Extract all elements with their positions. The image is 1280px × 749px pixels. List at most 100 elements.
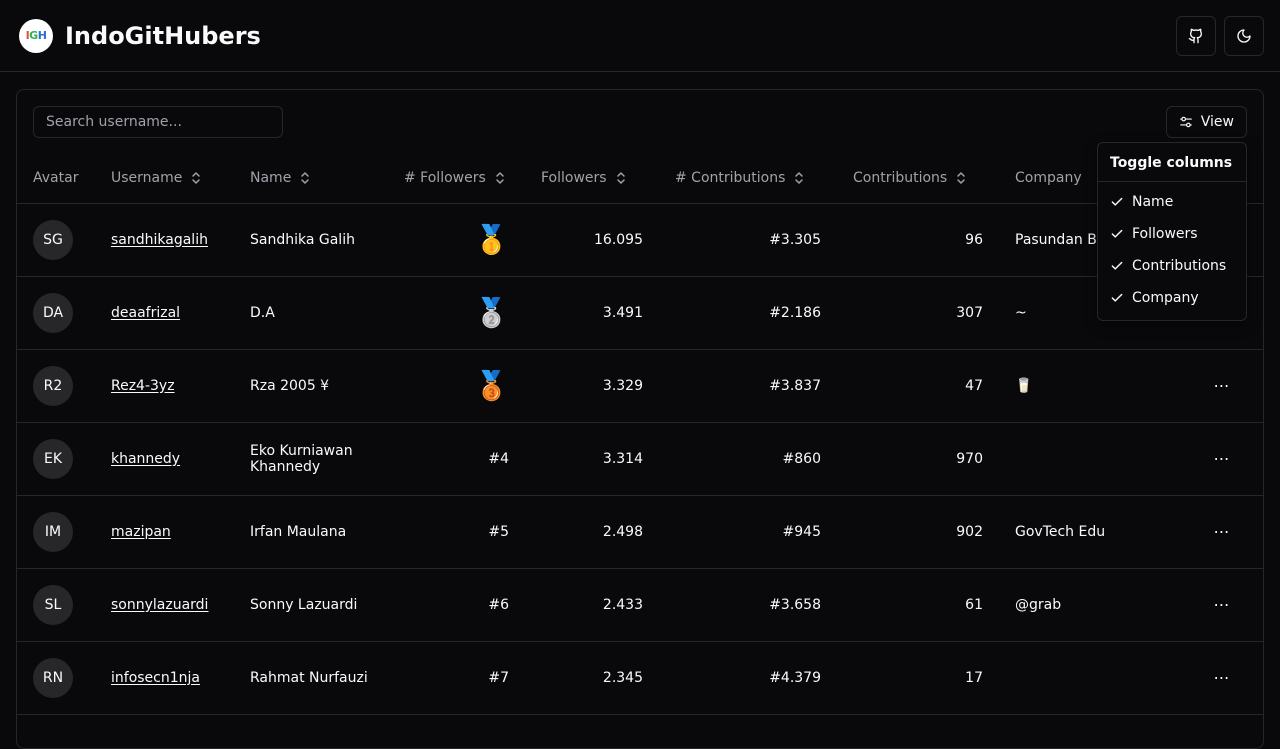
contributions-rank: #3.658	[769, 596, 821, 613]
contributions-count: 17	[965, 669, 983, 686]
toggle-column-followers[interactable]: Followers	[1098, 218, 1246, 250]
contributions-count: 61	[965, 596, 983, 613]
row-actions-button[interactable]: ⋯	[1214, 376, 1231, 395]
avatar: SL	[33, 584, 73, 625]
user-name: Eko Kurniawan Khannedy	[250, 442, 353, 475]
users-table: Avatar Username Name # Followers Followe…	[17, 154, 1263, 715]
sort-icon	[301, 172, 310, 184]
logo: IGH	[19, 18, 53, 53]
company: 🥛	[1015, 377, 1033, 394]
sliders-icon	[1179, 116, 1192, 128]
col-name[interactable]: Name	[234, 154, 388, 204]
check-icon	[1111, 197, 1123, 206]
brand[interactable]: IGH IndoGitHubers	[19, 18, 261, 53]
username-link[interactable]: Rez4-3yz	[111, 378, 175, 394]
username-link[interactable]: mazipan	[111, 524, 171, 540]
avatar: RN	[33, 657, 73, 698]
table-row: DA deaafrizal D.A 🥈 3.491 #2.186 307 ~ ⋯	[17, 276, 1263, 350]
user-name: Irfan Maulana	[250, 523, 347, 540]
table-header-row: Avatar Username Name # Followers Followe…	[17, 154, 1263, 204]
contributions-count: 47	[965, 377, 983, 394]
toggle-column-label: Company	[1132, 290, 1199, 306]
followers-count: 2.345	[602, 669, 643, 686]
moon-icon	[1237, 28, 1251, 43]
sort-icon	[192, 172, 201, 184]
table-row: SG sandhikagalih Sandhika Galih 🥇 16.095…	[17, 203, 1263, 277]
github-icon	[1188, 28, 1203, 43]
col-contributions[interactable]: Contributions	[837, 154, 999, 204]
toggle-column-label: Followers	[1132, 226, 1198, 242]
toggle-columns-title: Toggle columns	[1098, 143, 1246, 182]
avatar: IM	[33, 511, 73, 552]
followers-count: 3.491	[602, 304, 643, 321]
sort-icon	[795, 172, 804, 184]
user-name: Rahmat Nurfauzi	[250, 669, 368, 686]
avatar: R2	[33, 365, 73, 406]
username-link[interactable]: deaafrizal	[111, 305, 180, 321]
avatar: DA	[33, 292, 73, 333]
medal-icon: 🥉	[474, 368, 509, 402]
contributions-rank: #3.837	[769, 377, 821, 394]
username-link[interactable]: sonnylazuardi	[111, 597, 208, 613]
github-button[interactable]	[1176, 15, 1216, 56]
contributions-rank: #2.186	[769, 304, 821, 321]
avatar: EK	[33, 438, 73, 479]
contributions-rank: #4.379	[769, 669, 821, 686]
followers-rank: #7	[488, 669, 509, 686]
app-header: IGH IndoGitHubers	[0, 0, 1280, 72]
view-button-label: View	[1200, 114, 1234, 130]
sort-icon	[957, 172, 965, 184]
row-actions-button[interactable]: ⋯	[1214, 449, 1231, 468]
contributions-count: 970	[956, 450, 983, 467]
theme-toggle-button[interactable]	[1224, 15, 1264, 56]
followers-count: 3.329	[602, 377, 643, 394]
table-row: EK khannedy Eko Kurniawan Khannedy #4 3.…	[17, 422, 1263, 496]
contributions-count: 307	[956, 304, 983, 321]
user-name: Sonny Lazuardi	[250, 596, 358, 613]
followers-count: 16.095	[594, 231, 643, 248]
followers-rank: #5	[488, 523, 509, 540]
col-contributions-rank[interactable]: # Contributions	[659, 154, 837, 204]
company: ~	[1015, 304, 1027, 321]
check-icon	[1111, 229, 1123, 238]
toggle-column-contributions[interactable]: Contributions	[1098, 250, 1246, 282]
row-actions-button[interactable]: ⋯	[1214, 595, 1231, 614]
followers-count: 3.314	[602, 450, 643, 467]
col-username[interactable]: Username	[95, 154, 234, 204]
toggle-column-name[interactable]: Name	[1098, 186, 1246, 218]
check-icon	[1111, 293, 1123, 302]
company: @grab	[1015, 596, 1062, 613]
col-avatar: Avatar	[17, 154, 95, 204]
row-actions-button[interactable]: ⋯	[1214, 668, 1231, 687]
sort-icon	[496, 172, 504, 184]
contributions-rank: #945	[782, 523, 821, 540]
avatar: SG	[33, 219, 73, 260]
company: GovTech Edu	[1015, 523, 1106, 540]
contributions-rank: #860	[782, 450, 821, 467]
username-link[interactable]: khannedy	[111, 451, 180, 467]
app-title: IndoGitHubers	[65, 21, 261, 50]
followers-count: 2.498	[602, 523, 643, 540]
username-link[interactable]: sandhikagalih	[111, 232, 208, 248]
toggle-column-company[interactable]: Company	[1098, 282, 1246, 314]
followers-rank: #6	[488, 596, 509, 613]
username-link[interactable]: infosecn1nja	[111, 670, 200, 686]
row-actions-button[interactable]: ⋯	[1214, 522, 1231, 541]
medal-icon: 🥈	[474, 295, 509, 329]
followers-count: 2.433	[602, 596, 643, 613]
toggle-columns-menu: Toggle columns Name Followers Contribution…	[1097, 142, 1247, 321]
col-followers-rank[interactable]: # Followers	[388, 154, 525, 204]
user-name: Sandhika Galih	[250, 231, 355, 248]
table-row: R2 Rez4-3yz Rza 2005 ¥ 🥉 3.329 #3.837 47…	[17, 349, 1263, 423]
col-followers[interactable]: Followers	[525, 154, 659, 204]
user-name: Rza 2005 ¥	[250, 377, 330, 394]
user-name: D.A	[250, 304, 275, 321]
contributions-count: 96	[965, 231, 983, 248]
table-row: SL sonnylazuardi Sonny Lazuardi #6 2.433…	[17, 568, 1263, 642]
check-icon	[1111, 261, 1123, 270]
toggle-column-label: Contributions	[1132, 258, 1227, 274]
followers-rank: #4	[488, 450, 509, 467]
search-input[interactable]	[33, 106, 283, 138]
sort-icon	[616, 172, 625, 184]
view-button[interactable]: View	[1165, 106, 1247, 138]
